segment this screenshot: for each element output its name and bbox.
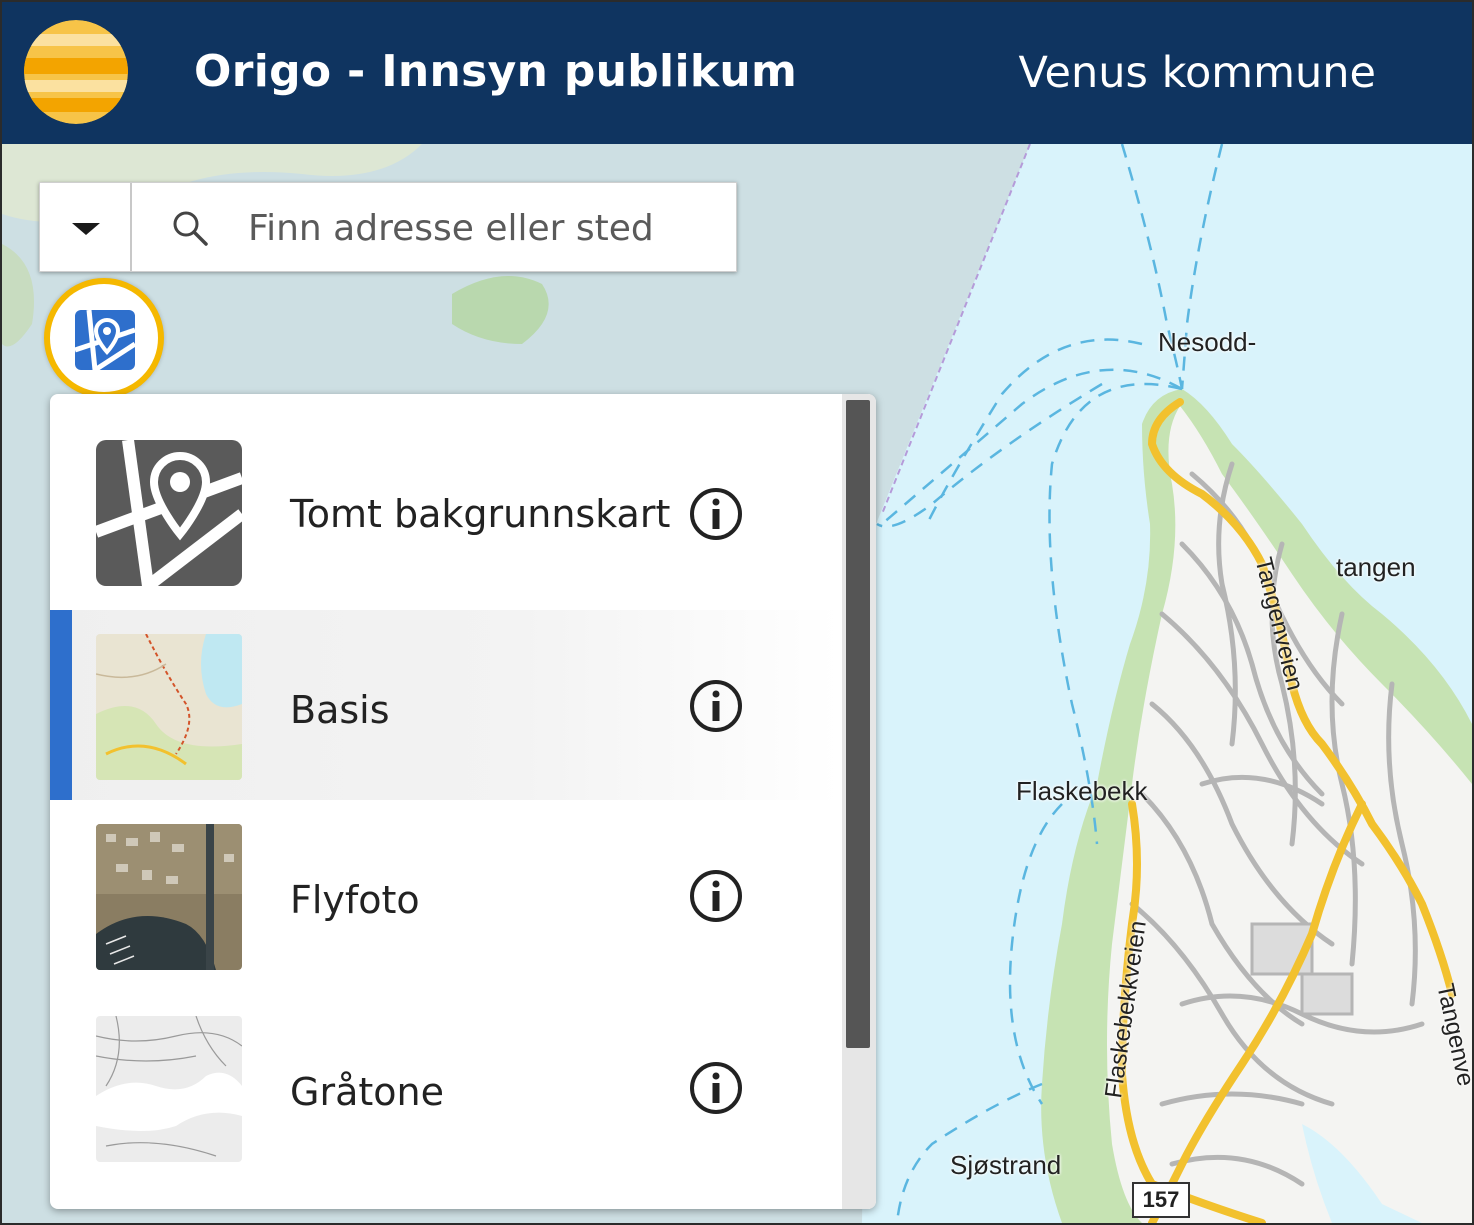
background-map-button[interactable] [44, 278, 164, 398]
scrollbar-thumb[interactable] [846, 400, 870, 1048]
caret-down-icon [72, 223, 100, 235]
search-options-toggle[interactable] [40, 183, 132, 271]
app-header: Origo - Innsyn publikum Venus kommune [2, 2, 1472, 144]
selected-indicator [50, 610, 72, 800]
map-label-flaskebekk: Flaskebekk [1016, 776, 1148, 806]
topographic-thumbnail [96, 634, 242, 780]
empty-map-icon [96, 440, 242, 586]
app-title: Origo - Innsyn publikum [194, 46, 798, 97]
aerial-photo-thumbnail [96, 824, 242, 970]
search-input[interactable] [246, 203, 720, 253]
layer-item-gratone[interactable]: Gråtone [50, 992, 840, 1182]
layer-label: Gråtone [290, 1070, 444, 1114]
info-icon[interactable] [688, 486, 744, 542]
panel-scrollbar[interactable] [842, 394, 876, 1209]
map-label-nesodd: Nesodd- [1158, 327, 1257, 357]
layer-label: Flyfoto [290, 878, 420, 922]
magnifier-icon [173, 211, 208, 246]
background-layers-panel: Tomt bakgrunnskart Basis Flyfoto Gråtone [50, 394, 876, 1209]
map-pin-icon [75, 310, 135, 370]
app-window: Nesodd- tangen Flaskebekk Sjøstrand Tang… [0, 0, 1474, 1225]
search-bar [39, 182, 737, 272]
layer-item-tomt-bakgrunnskart[interactable]: Tomt bakgrunnskart [50, 394, 840, 586]
greyscale-map-thumbnail [96, 1016, 242, 1162]
municipality-name: Venus kommune [1018, 48, 1376, 98]
layer-item-basis[interactable]: Basis [50, 610, 840, 800]
road-number-shield: 157 [1132, 1182, 1190, 1218]
layer-label: Tomt bakgrunnskart [290, 492, 671, 536]
info-icon[interactable] [688, 868, 744, 924]
info-icon[interactable] [688, 678, 744, 734]
map-label-tangen: tangen [1336, 552, 1416, 582]
map-label-sjostrand: Sjøstrand [950, 1150, 1062, 1180]
sun-stripes-logo-icon [24, 20, 128, 124]
info-icon[interactable] [688, 1060, 744, 1116]
layer-label: Basis [290, 688, 390, 732]
layer-item-flyfoto[interactable]: Flyfoto [50, 800, 840, 990]
